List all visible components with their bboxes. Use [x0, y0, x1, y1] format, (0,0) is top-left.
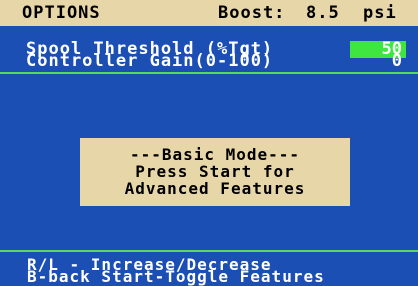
boost-value: 8.5	[306, 3, 340, 23]
title-bar: OPTIONS Boost: 8.5 psi	[0, 0, 418, 26]
basic-mode-banner: ---Basic Mode--- Press Start for Advance…	[80, 138, 350, 206]
boost-unit: psi	[363, 3, 397, 23]
controller-gain-value[interactable]: 0	[388, 53, 406, 70]
controller-gain-row[interactable]: Controller Gain(0-100) 0	[26, 53, 406, 70]
screen-title: OPTIONS	[22, 3, 101, 23]
mode-banner-line2: Press Start for	[135, 162, 295, 181]
controller-gain-label: Controller Gain(0-100)	[26, 51, 274, 71]
top-divider	[0, 72, 418, 74]
mode-banner-line1: ---Basic Mode---	[129, 145, 301, 164]
boost-label: Boost:	[218, 3, 286, 23]
bottom-divider	[0, 250, 418, 252]
mode-banner-line3: Advanced Features	[124, 179, 306, 198]
